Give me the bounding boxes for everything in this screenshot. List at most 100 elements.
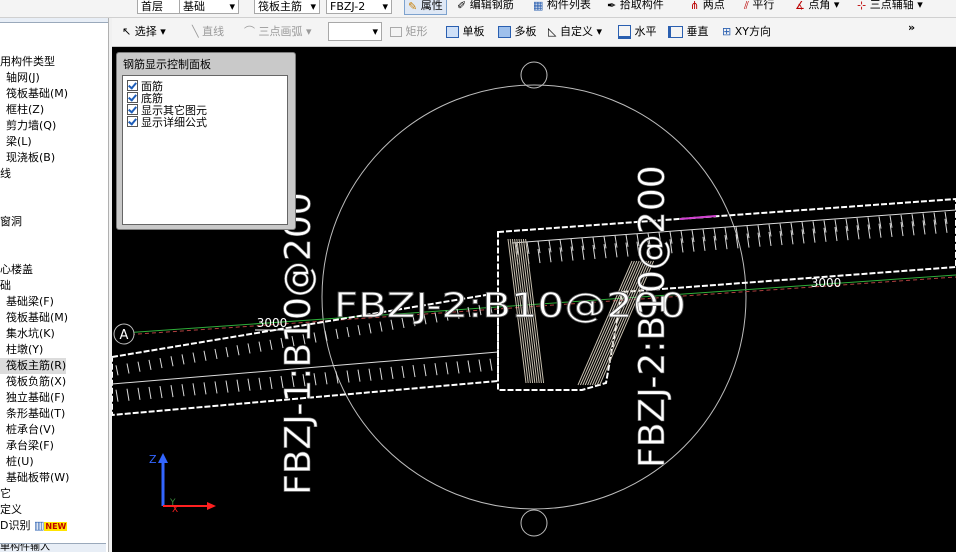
- single-slab-icon: [446, 26, 459, 38]
- horizontal-button[interactable]: 水平: [618, 22, 657, 42]
- chevron-down-icon: ▾: [306, 25, 312, 38]
- hatch-tick: [335, 328, 339, 339]
- tree-item[interactable]: 筏板基础(M): [0, 86, 68, 102]
- axis-x-arrow: [207, 502, 216, 510]
- point-angle-aux-button[interactable]: ∡ 点角 ▾: [795, 0, 839, 13]
- select-button[interactable]: ↖ 选择 ▾: [122, 22, 166, 42]
- hatch-tick: [346, 326, 350, 338]
- tree-item[interactable]: 定义: [0, 502, 22, 518]
- line-icon: ╲: [192, 25, 199, 38]
- chevron-down-icon: ▾: [596, 25, 602, 38]
- tree-item[interactable]: 基础梁(F): [0, 294, 54, 310]
- hatch-tick: [269, 339, 273, 350]
- hatch-tick: [192, 383, 196, 396]
- tree-item[interactable]: 它: [0, 486, 11, 502]
- rectangle-button[interactable]: 矩形: [390, 22, 428, 42]
- arc-param-input[interactable]: ▾: [328, 22, 382, 41]
- three-point-aux-button[interactable]: ⊹ 三点辅轴 ▾: [857, 0, 923, 13]
- checkbox-checked-icon[interactable]: [127, 80, 138, 91]
- hatch-tick: [203, 382, 207, 395]
- hatch-tick: [225, 380, 229, 393]
- multi-slab-button[interactable]: 多板: [498, 22, 537, 42]
- checkbox-checked-icon[interactable]: [127, 104, 138, 115]
- edit-rebar-button[interactable]: ✐ 编辑钢筋: [457, 0, 514, 13]
- single-component-input-tab[interactable]: 单构件输入: [0, 543, 106, 552]
- vertical-button[interactable]: 垂直: [668, 22, 709, 42]
- option-top-rebar[interactable]: 面筋: [127, 80, 163, 93]
- hatch-tick: [225, 347, 229, 358]
- toolbar-overflow-button[interactable]: »: [908, 18, 915, 38]
- tree-item[interactable]: 框柱(Z): [0, 102, 44, 118]
- component-name-select[interactable]: FBZJ-2 ▾: [326, 0, 392, 14]
- hatch-tick: [159, 357, 163, 369]
- tree-item[interactable]: 现浇板(B): [0, 150, 55, 166]
- checkbox-checked-icon[interactable]: [127, 92, 138, 103]
- tree-item[interactable]: 柱墩(Y): [0, 342, 43, 358]
- single-slab-button[interactable]: 单板: [446, 22, 485, 42]
- tree-item[interactable]: 窗洞: [0, 214, 22, 230]
- tree-item[interactable]: 基础板带(W): [0, 470, 69, 486]
- tree-item[interactable]: 用构件类型: [0, 54, 55, 70]
- option-show-detailed-formula[interactable]: 显示详细公式: [127, 116, 207, 129]
- axis-label-a: A: [120, 328, 129, 343]
- tree-item[interactable]: 筏板主筋(R): [0, 358, 67, 374]
- two-point-aux-button[interactable]: ⋔ 两点: [690, 0, 725, 13]
- component-type-select[interactable]: 筏板主筋 ▾: [254, 0, 320, 14]
- checkbox-checked-icon[interactable]: [127, 116, 138, 127]
- tree-item[interactable]: 桩承台(V): [0, 422, 55, 438]
- parallel-aux-button[interactable]: ⫽ 平行: [744, 0, 774, 13]
- hatch-tick: [434, 363, 438, 376]
- line-button[interactable]: ╲ 直线: [192, 22, 224, 42]
- tree-item[interactable]: 线: [0, 166, 11, 182]
- three-point-arc-button[interactable]: ⌒ 三点画弧 ▾: [244, 22, 312, 42]
- category-select[interactable]: 基础 ▾: [179, 0, 239, 14]
- hatch-tick: [181, 384, 185, 397]
- tree-item[interactable]: D识别 ▥NEW: [0, 518, 68, 534]
- tree-item-label: 条形基础(T): [6, 407, 66, 420]
- axis-z-label: Z: [149, 453, 157, 466]
- multi-slab-icon: [498, 26, 511, 38]
- hatch-tick: [423, 364, 427, 377]
- component-list-button[interactable]: ▦ 构件列表: [533, 0, 591, 13]
- tree-item[interactable]: 条形基础(T): [0, 406, 65, 422]
- hatch-tick: [258, 377, 262, 390]
- option-show-other-elements[interactable]: 显示其它图元: [127, 104, 207, 117]
- hatch-tick: [192, 352, 196, 363]
- tree-item-label: 筏板基础(M): [6, 87, 69, 100]
- xy-direction-button[interactable]: ⊞ XY方向: [722, 22, 771, 42]
- tree-item[interactable]: 筏板基础(M): [0, 310, 68, 326]
- option-bottom-rebar[interactable]: 底筋: [127, 92, 163, 105]
- tree-item-label: 框柱(Z): [6, 103, 45, 116]
- arc-icon: ⌒: [244, 25, 255, 38]
- pick-component-button[interactable]: ✒ 拾取构件: [607, 0, 664, 13]
- tree-item[interactable]: 梁(L): [0, 134, 32, 150]
- tree-item-label: 定义: [0, 503, 22, 516]
- hatch-tick: [137, 361, 141, 372]
- tree-item[interactable]: 独立基础(F): [0, 390, 65, 406]
- tree-item[interactable]: 心楼盖: [0, 262, 33, 278]
- tree-item-label: 筏板负筋(X): [6, 375, 67, 388]
- tree-item[interactable]: 集水坑(K): [0, 326, 55, 342]
- cursor-icon: ↖: [122, 25, 132, 38]
- tree-item[interactable]: 桩(U): [0, 454, 34, 470]
- property-button[interactable]: ✎ 属性: [404, 0, 447, 15]
- tree-item[interactable]: 承台梁(F): [0, 438, 54, 454]
- custom-button[interactable]: ◺ 自定义 ▾: [548, 22, 602, 42]
- hatch-tick: [401, 365, 405, 379]
- tree-item-label: 筏板基础(M): [6, 311, 69, 324]
- tree-item[interactable]: 础: [0, 278, 11, 294]
- tree-item[interactable]: 轴网(J): [0, 70, 40, 86]
- tree-item[interactable]: 剪力墙(Q): [0, 118, 56, 134]
- cad-recognize-icon: ▥: [30, 519, 45, 532]
- hatch-tick: [181, 354, 185, 365]
- tree-item-label: 承台梁(F): [6, 439, 54, 452]
- hatch-tick: [214, 348, 218, 360]
- three-point-icon: ⊹: [857, 0, 867, 12]
- dim-label-right: 3000: [811, 276, 842, 290]
- tree-item[interactable]: 筏板负筋(X): [0, 374, 66, 390]
- hatch-tick: [148, 359, 152, 370]
- axis-z-arrow: [158, 453, 168, 463]
- list-icon: ▦: [533, 0, 544, 12]
- tree-item-label: 桩承台(V): [6, 423, 56, 436]
- chevron-down-icon: ▾: [372, 25, 378, 38]
